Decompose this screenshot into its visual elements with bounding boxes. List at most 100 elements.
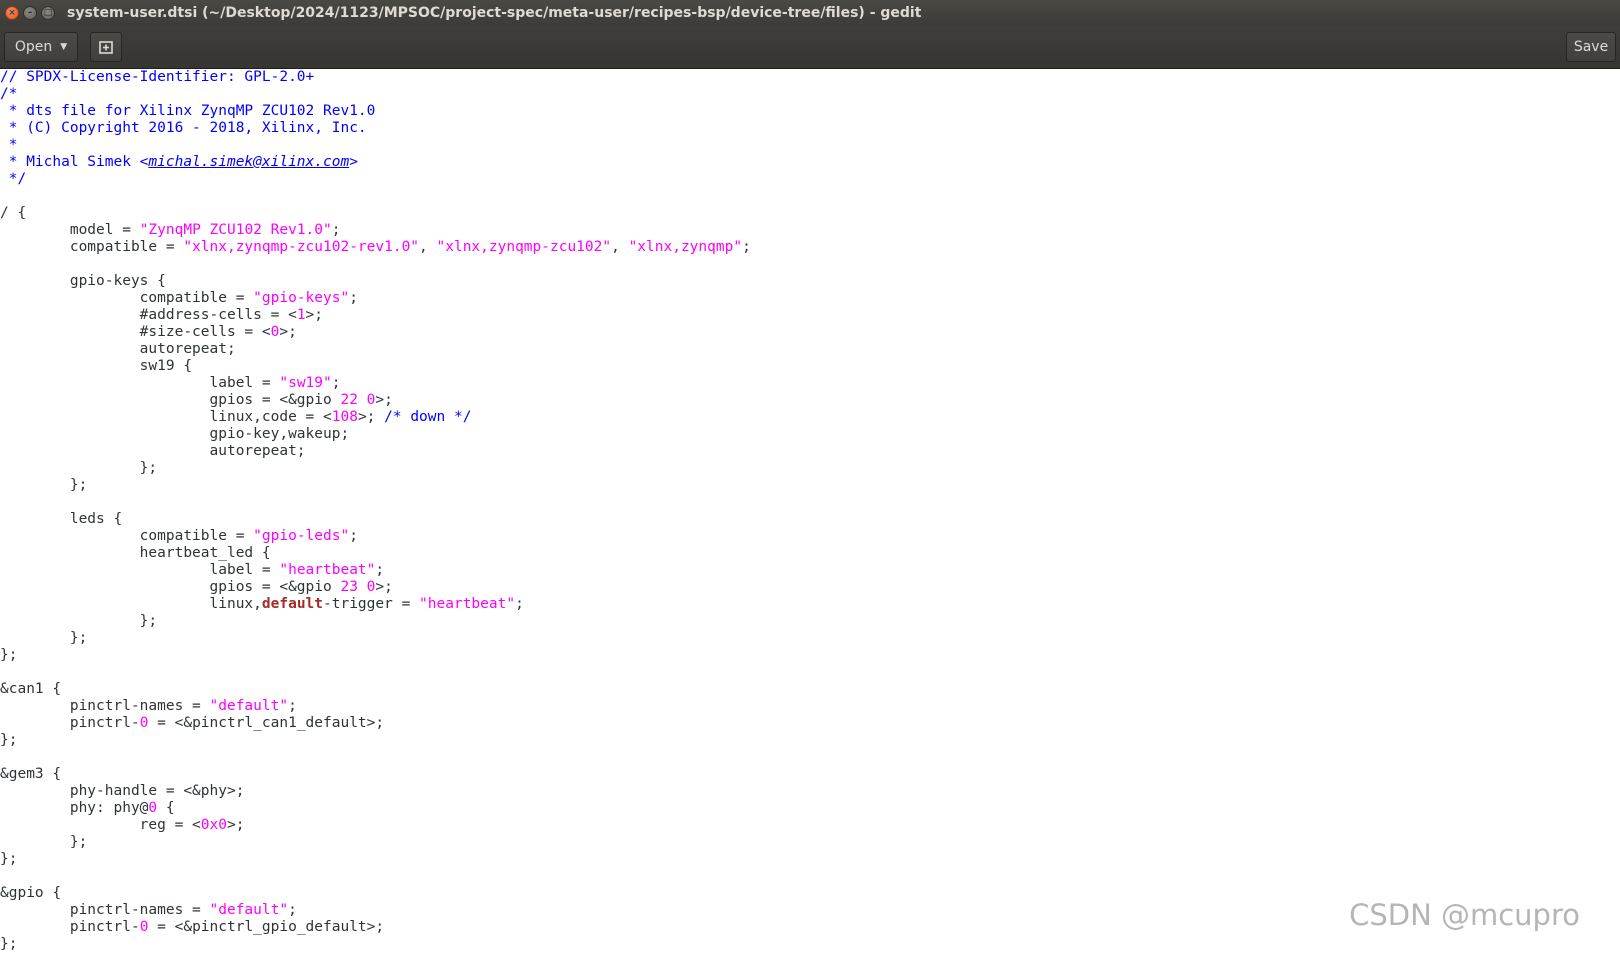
- code-line[interactable]: [0, 664, 1620, 681]
- close-window-icon[interactable]: ×: [5, 6, 19, 20]
- window-controls: × – □: [5, 6, 55, 20]
- code-line[interactable]: };: [0, 477, 1620, 494]
- code-line[interactable]: [0, 749, 1620, 766]
- code-line[interactable]: * (C) Copyright 2016 - 2018, Xilinx, Inc…: [0, 120, 1620, 137]
- code-line[interactable]: * Michal Simek <michal.simek@xilinx.com>: [0, 154, 1620, 171]
- code-token: 0x0: [200, 817, 227, 833]
- code-view[interactable]: // SPDX-License-Identifier: GPL-2.0+/* *…: [0, 69, 1620, 953]
- code-token: 23: [340, 579, 358, 595]
- code-line[interactable]: heartbeat_led {: [0, 545, 1620, 562]
- code-token: label =: [0, 562, 280, 578]
- code-line[interactable]: &can1 {: [0, 681, 1620, 698]
- text-editor[interactable]: // SPDX-License-Identifier: GPL-2.0+/* *…: [0, 69, 1620, 966]
- code-token: "ZynqMP ZCU102 Rev1.0": [139, 222, 332, 238]
- header-bar: Open ▼ Save: [0, 26, 1620, 69]
- open-button[interactable]: Open ▼: [4, 32, 78, 62]
- code-token: pinctrl-: [0, 715, 140, 731]
- code-token: gpio-key,wakeup;: [0, 426, 350, 442]
- code-line[interactable]: };: [0, 936, 1620, 953]
- code-token: >;: [375, 392, 393, 408]
- code-line[interactable]: compatible = "gpio-leds";: [0, 528, 1620, 545]
- code-line[interactable]: gpio-key,wakeup;: [0, 426, 1620, 443]
- code-token: ;: [288, 902, 297, 918]
- code-line[interactable]: /*: [0, 86, 1620, 103]
- code-line[interactable]: };: [0, 630, 1620, 647]
- code-token: heartbeat_led {: [0, 545, 271, 561]
- title-bar: × – □ system-user.dtsi (~/Desktop/2024/1…: [0, 0, 1620, 26]
- code-line[interactable]: [0, 868, 1620, 885]
- code-line[interactable]: autorepeat;: [0, 443, 1620, 460]
- code-token: gpios = <&gpio: [0, 579, 341, 595]
- code-line[interactable]: phy-handle = <&phy>;: [0, 783, 1620, 800]
- maximize-window-icon[interactable]: □: [41, 6, 55, 20]
- code-line[interactable]: gpios = <&gpio 23 0>;: [0, 579, 1620, 596]
- code-line[interactable]: *: [0, 137, 1620, 154]
- minimize-window-icon[interactable]: –: [23, 6, 37, 20]
- code-token: ;: [375, 562, 385, 578]
- code-line[interactable]: };: [0, 732, 1620, 749]
- code-token: {: [157, 800, 175, 816]
- open-button-label: Open: [14, 39, 53, 55]
- code-token: "default": [209, 902, 289, 918]
- code-token: autorepeat;: [0, 443, 306, 459]
- code-line[interactable]: autorepeat;: [0, 341, 1620, 358]
- code-line[interactable]: #address-cells = <1>;: [0, 307, 1620, 324]
- code-token: compatible =: [0, 528, 254, 544]
- code-line[interactable]: sw19 {: [0, 358, 1620, 375]
- email-link[interactable]: michal.simek@xilinx.com: [148, 154, 349, 170]
- code-line[interactable]: model = "ZynqMP ZCU102 Rev1.0";: [0, 222, 1620, 239]
- code-token: &can1 {: [0, 681, 62, 697]
- code-token: "xlnx,zynqmp-zcu102-rev1.0": [183, 239, 420, 255]
- code-line[interactable]: linux,default-trigger = "heartbeat";: [0, 596, 1620, 613]
- code-token: pinctrl-names =: [0, 698, 210, 714]
- code-token: >;: [357, 409, 385, 425]
- code-line[interactable]: };: [0, 460, 1620, 477]
- code-token: gpios = <&gpio: [0, 392, 341, 408]
- code-token: "sw19": [279, 375, 332, 391]
- code-line[interactable]: leds {: [0, 511, 1620, 528]
- code-token: 108: [331, 409, 358, 425]
- code-token: ;: [331, 375, 341, 391]
- code-line[interactable]: phy: phy@0 {: [0, 800, 1620, 817]
- code-line[interactable]: reg = <0x0>;: [0, 817, 1620, 834]
- code-line[interactable]: linux,code = <108>; /* down */: [0, 409, 1620, 426]
- code-line[interactable]: pinctrl-names = "default";: [0, 698, 1620, 715]
- code-line[interactable]: compatible = "gpio-keys";: [0, 290, 1620, 307]
- code-line[interactable]: #size-cells = <0>;: [0, 324, 1620, 341]
- code-token: "heartbeat": [419, 596, 516, 612]
- code-line[interactable]: &gem3 {: [0, 766, 1620, 783]
- code-token: };: [0, 460, 158, 476]
- save-button[interactable]: Save: [1566, 32, 1616, 62]
- code-line[interactable]: };: [0, 647, 1620, 664]
- code-token: >;: [305, 307, 324, 323]
- code-line[interactable]: };: [0, 834, 1620, 851]
- code-line[interactable]: compatible = "xlnx,zynqmp-zcu102-rev1.0"…: [0, 239, 1620, 256]
- chevron-down-icon: ▼: [60, 42, 68, 52]
- code-token: "xlnx,zynqmp": [628, 239, 743, 255]
- code-token: };: [0, 732, 18, 748]
- code-token: model =: [0, 222, 140, 238]
- code-token: };: [0, 936, 18, 952]
- code-line[interactable]: [0, 256, 1620, 273]
- code-token: = <&pinctrl_can1_default>;: [148, 715, 385, 731]
- code-token: #size-cells = <: [0, 324, 271, 340]
- code-token: ;: [349, 290, 358, 306]
- code-line[interactable]: gpios = <&gpio 22 0>;: [0, 392, 1620, 409]
- code-line[interactable]: };: [0, 851, 1620, 868]
- code-line[interactable]: label = "heartbeat";: [0, 562, 1620, 579]
- new-document-button[interactable]: [90, 32, 122, 62]
- code-line[interactable]: label = "sw19";: [0, 375, 1620, 392]
- code-token: reg = <: [0, 817, 201, 833]
- code-line[interactable]: pinctrl-0 = <&pinctrl_can1_default>;: [0, 715, 1620, 732]
- code-line[interactable]: gpio-keys {: [0, 273, 1620, 290]
- code-line[interactable]: [0, 494, 1620, 511]
- code-token: */: [0, 171, 27, 187]
- code-line[interactable]: // SPDX-License-Identifier: GPL-2.0+: [0, 69, 1620, 86]
- code-token: * dts file for Xilinx ZynqMP ZCU102 Rev1…: [0, 103, 376, 119]
- code-line[interactable]: * dts file for Xilinx ZynqMP ZCU102 Rev1…: [0, 103, 1620, 120]
- code-line[interactable]: / {: [0, 205, 1620, 222]
- code-line[interactable]: [0, 188, 1620, 205]
- code-line[interactable]: */: [0, 171, 1620, 188]
- code-line[interactable]: };: [0, 613, 1620, 630]
